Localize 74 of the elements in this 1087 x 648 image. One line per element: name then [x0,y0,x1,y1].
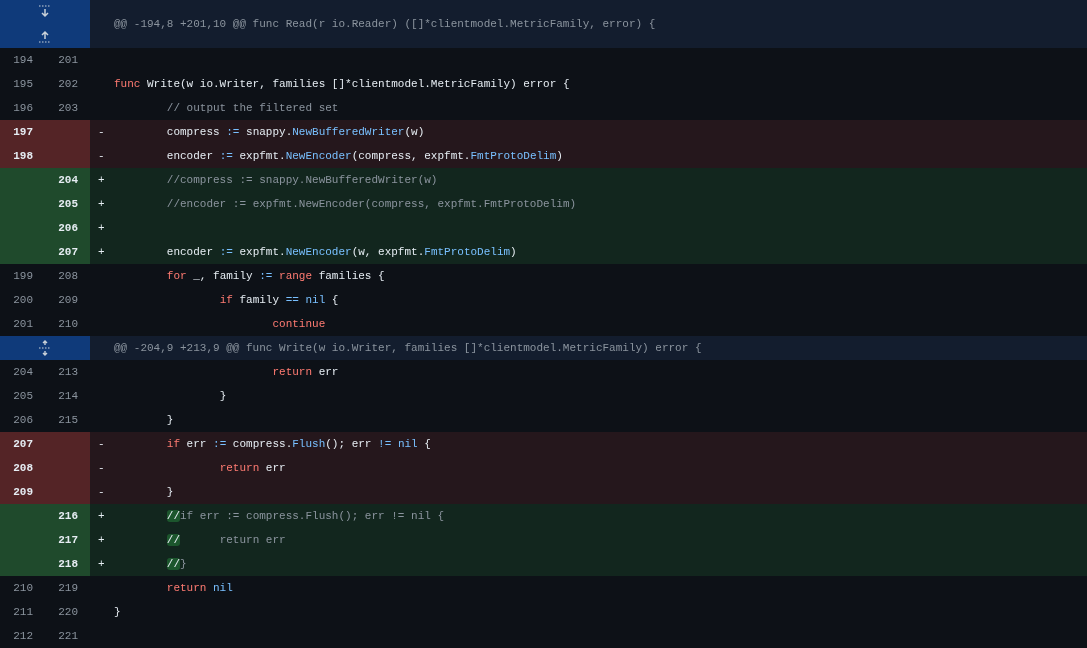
code-line: if err := compress.Flush(); err != nil { [165,437,432,452]
diff-marker: + [97,533,106,548]
line-number[interactable]: 221 [45,624,90,648]
line-number[interactable]: 207 [45,240,90,264]
code-line: } [218,389,228,404]
code-line: continue [271,317,327,332]
diff-marker: + [97,197,106,212]
diff-marker: + [97,173,106,188]
line-number[interactable]: 206 [45,216,90,240]
line-number[interactable]: 201 [0,312,45,336]
code-line: } [165,413,175,428]
code-line: compress := snappy.NewBufferedWriter(w) [165,125,426,140]
line-number[interactable]: 205 [0,384,45,408]
code-line: //encoder := expfmt.NewEncoder(compress, expfmt.FmtProtoDelim) [165,197,578,212]
code-line: return nil [165,581,234,596]
line-number[interactable]: 195 [0,72,45,96]
code-line: } [114,605,122,620]
line-number[interactable]: 196 [0,96,45,120]
line-number[interactable]: 210 [45,312,90,336]
code-line: encoder := expfmt.NewEncoder(w, expfmt.FmtProtoDelim) [165,245,518,260]
line-number[interactable]: 211 [0,600,45,624]
dotted-arrow-up-icon[interactable] [38,28,52,44]
dotted-arrow-down-icon[interactable] [38,4,52,20]
code-line: for _, family := range families { [165,269,386,284]
line-number[interactable]: 220 [45,600,90,624]
diff-marker: + [97,245,106,260]
line-number[interactable]: 215 [45,408,90,432]
diff-marker: + [97,557,106,572]
line-number[interactable]: 204 [0,360,45,384]
line-number[interactable]: 217 [45,528,90,552]
dotted-arrows-up-down-icon[interactable] [38,340,52,356]
line-number[interactable]: 200 [0,288,45,312]
diff-marker: - [97,125,106,140]
line-number[interactable]: 209 [45,288,90,312]
diff-marker: - [97,485,106,500]
line-number[interactable]: 202 [45,72,90,96]
diff-marker: - [97,461,106,476]
code-line: //compress := snappy.NewBufferedWriter(w) [165,173,439,188]
line-number[interactable]: 204 [45,168,90,192]
line-number[interactable]: 198 [0,144,45,168]
code-line: } [165,485,175,500]
code-line: // output the filtered set [165,101,340,116]
diff-marker: - [97,437,106,452]
line-number[interactable]: 206 [0,408,45,432]
line-number[interactable]: 214 [45,384,90,408]
line-number[interactable]: 208 [0,456,45,480]
code-line: func Write(w io.Writer, families []*clientmodel.MetricFamily) error { [114,77,571,92]
line-number[interactable]: 212 [0,624,45,648]
code-line: return err [271,365,340,380]
hunk-header-text: @@ -194,8 +201,10 @@ func Read(r io.Reader) ([]*clientmodel.MetricFamily, error) { [113,17,657,32]
line-number[interactable]: 213 [45,360,90,384]
diff-marker: - [97,149,106,164]
diff-marker: + [97,221,106,236]
line-number[interactable]: 197 [0,120,45,144]
line-number[interactable]: 209 [0,480,45,504]
code-line: encoder := expfmt.NewEncoder(compress, expfmt.FmtProtoDelim) [165,149,564,164]
code-line: // return err [165,533,287,548]
line-number[interactable]: 219 [45,576,90,600]
diff-marker: + [97,509,106,524]
code-line: return err [218,461,287,476]
hunk-header-text: @@ -204,9 +213,9 @@ func Write(w io.Writer, families []*clientmodel.MetricFamily) error { [113,341,703,356]
line-number[interactable]: 210 [0,576,45,600]
code-line: if family == nil { [218,293,340,308]
line-number[interactable]: 207 [0,432,45,456]
line-number[interactable]: 205 [45,192,90,216]
line-number[interactable]: 194 [0,48,45,72]
line-number[interactable]: 203 [45,96,90,120]
code-line: //if err := compress.Flush(); err != nil { [165,509,446,524]
code-line: //} [165,557,188,572]
line-number[interactable]: 199 [0,264,45,288]
line-number[interactable]: 218 [45,552,90,576]
line-number[interactable]: 216 [45,504,90,528]
line-number[interactable]: 208 [45,264,90,288]
line-number[interactable]: 201 [45,48,90,72]
